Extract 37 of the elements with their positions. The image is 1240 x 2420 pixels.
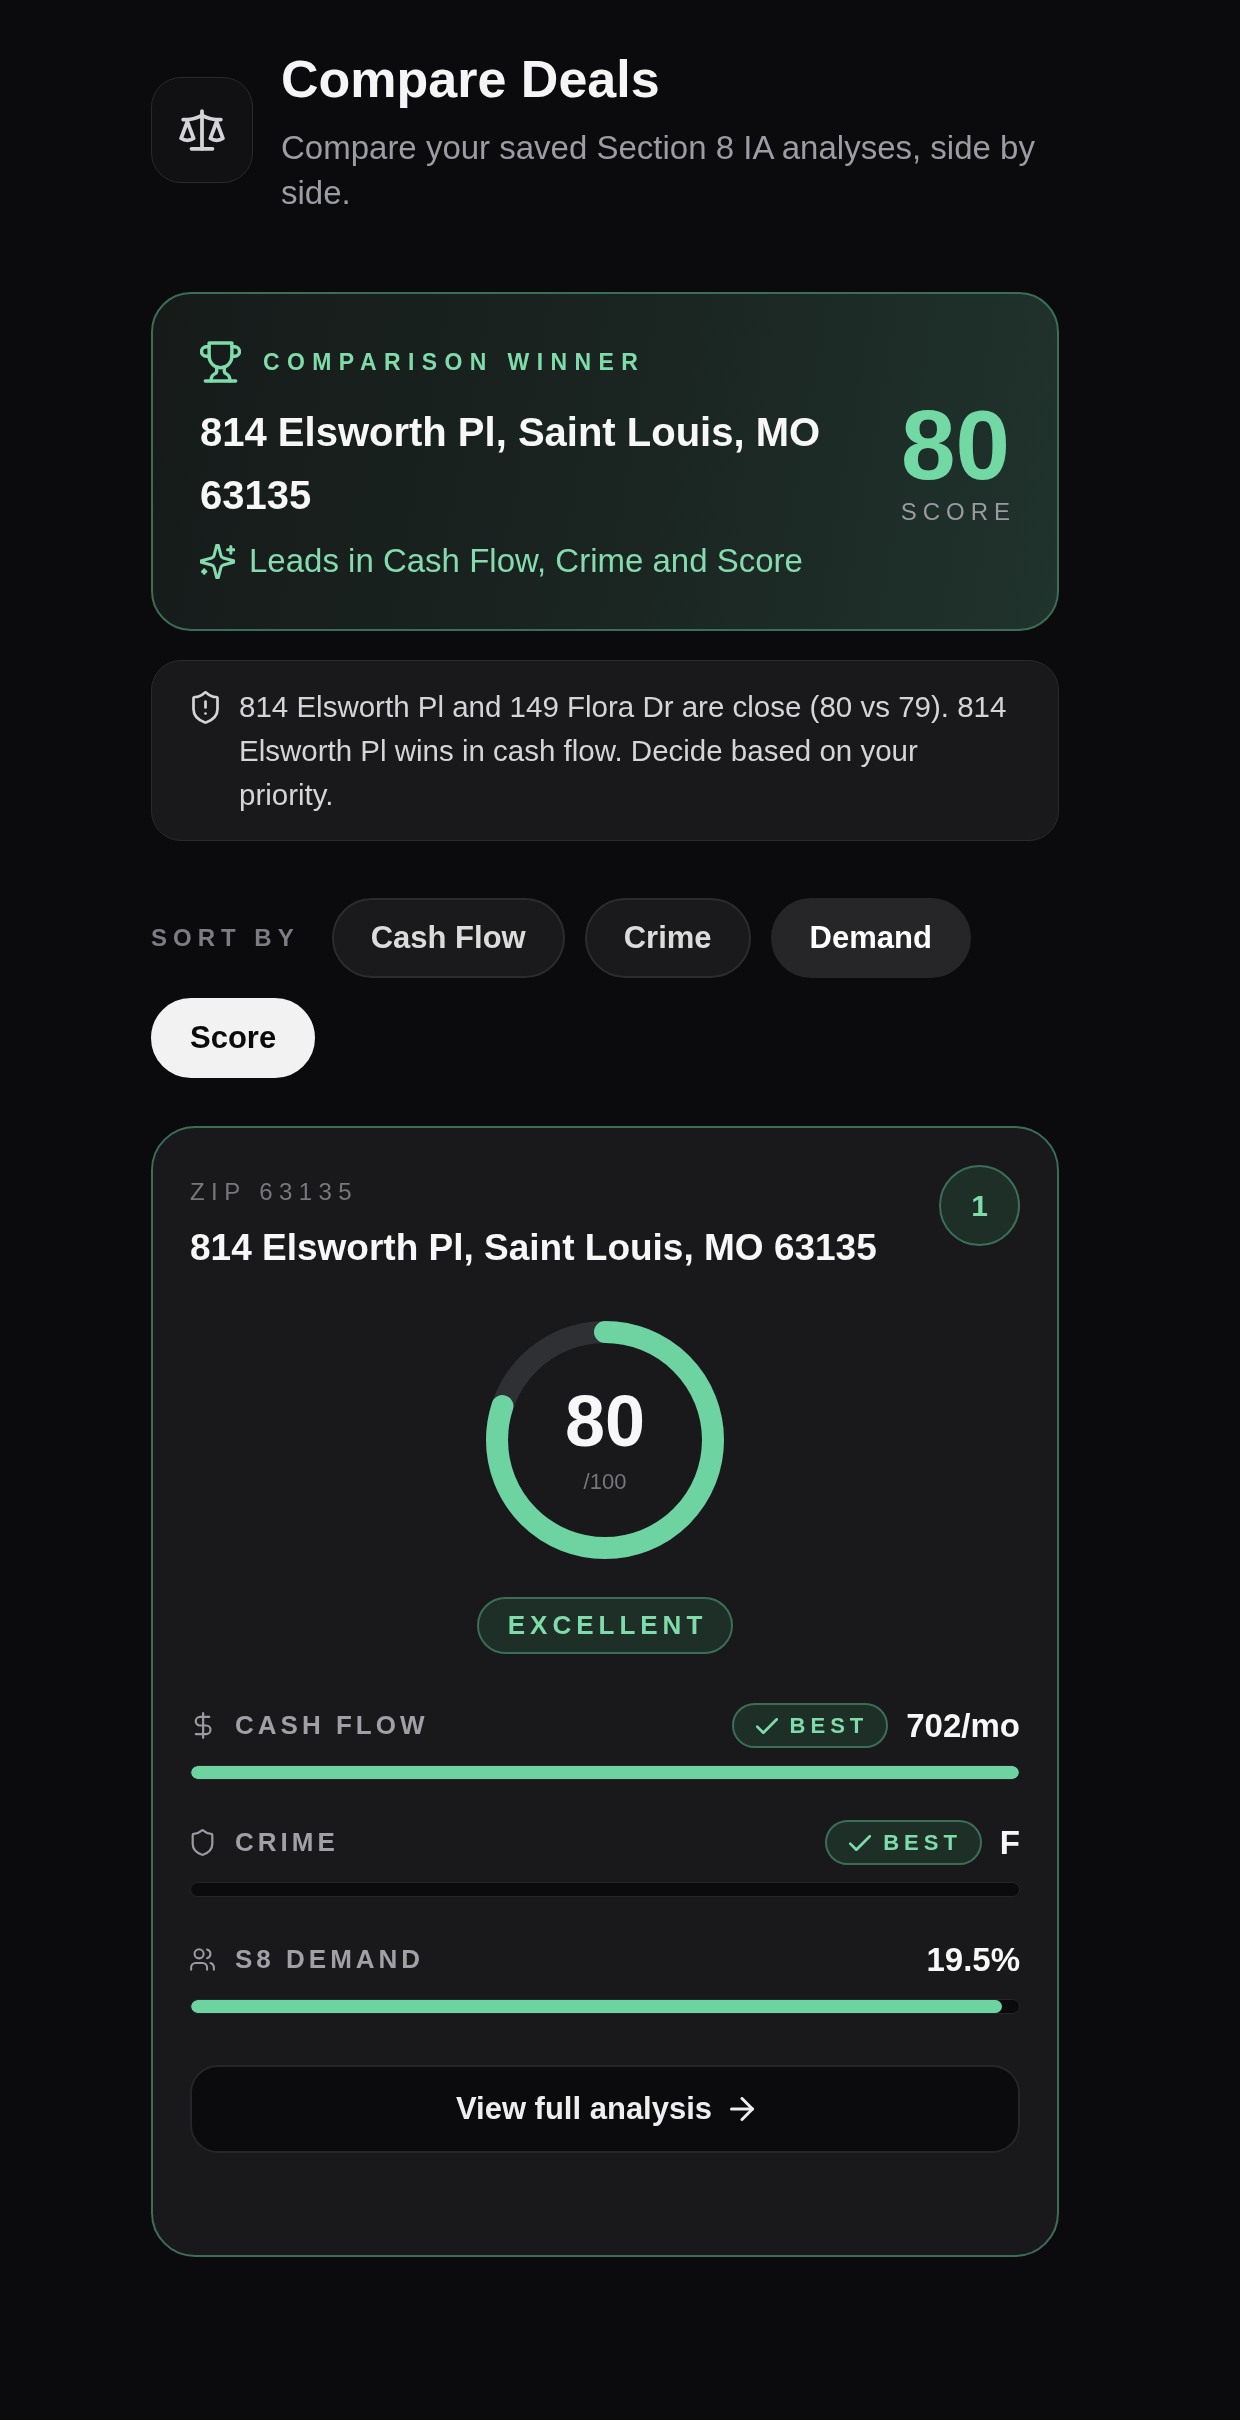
metric-label: CASH FLOW — [235, 1710, 429, 1741]
sort-option[interactable]: Demand — [770, 898, 971, 978]
winner-reason: Leads in Cash Flow, Crime and Score — [249, 541, 803, 581]
metric-value: F — [999, 1823, 1020, 1862]
sort-label: SORT BY — [151, 924, 300, 952]
ring-score: 80 — [564, 1385, 646, 1457]
view-analysis-button[interactable]: View full analysis — [190, 2065, 1020, 2153]
winner-score: 80 — [901, 398, 1010, 492]
deal-address: 814 Elsworth Pl, Saint Louis, MO 63135 — [190, 1226, 877, 1270]
people-icon — [190, 1946, 215, 1973]
sparkle-icon — [200, 543, 235, 579]
metric-label: CRIME — [235, 1827, 339, 1858]
sort-option[interactable]: Cash Flow — [331, 898, 565, 978]
scale-icon — [179, 109, 225, 151]
rank-badge: 1 — [939, 1165, 1020, 1246]
page-title: Compare Deals — [281, 49, 661, 110]
warning-shield-icon — [192, 691, 219, 724]
best-label: BEST — [883, 1829, 962, 1856]
best-label: BEST — [789, 1712, 869, 1739]
shield-icon — [190, 1829, 215, 1856]
note-text: 814 Elsworth Pl and 149 Flora Dr are close (80 vs 79). 814 Elsworth Pl wins in cash flow. Decide based on your priority. — [239, 689, 1008, 813]
score-label: SCORE — [900, 498, 1016, 526]
winner-address: 814 Elsworth Pl, Saint Louis, MO 63135 — [200, 409, 822, 519]
arrow-right-icon — [730, 2097, 755, 2121]
check-icon — [849, 1834, 872, 1851]
rating-badge: EXCELLENT — [476, 1597, 734, 1654]
metric-label: S8 DEMAND — [235, 1944, 425, 1975]
page-subtitle: Compare your saved Section 8 IA analyses, side by side. — [281, 128, 1036, 213]
ring-max: /100 — [583, 1469, 627, 1495]
zip-code: ZIP 63135 — [190, 1177, 359, 1207]
winner-label: COMPARISON WINNER — [263, 348, 646, 376]
trophy-icon — [200, 341, 241, 383]
sort-option[interactable]: Score — [151, 998, 316, 1078]
metric-value: 702/mo — [906, 1706, 1020, 1745]
sort-option[interactable]: Crime — [584, 898, 751, 978]
check-icon — [755, 1717, 778, 1734]
metric-value: 19.5% — [926, 1940, 1020, 1979]
